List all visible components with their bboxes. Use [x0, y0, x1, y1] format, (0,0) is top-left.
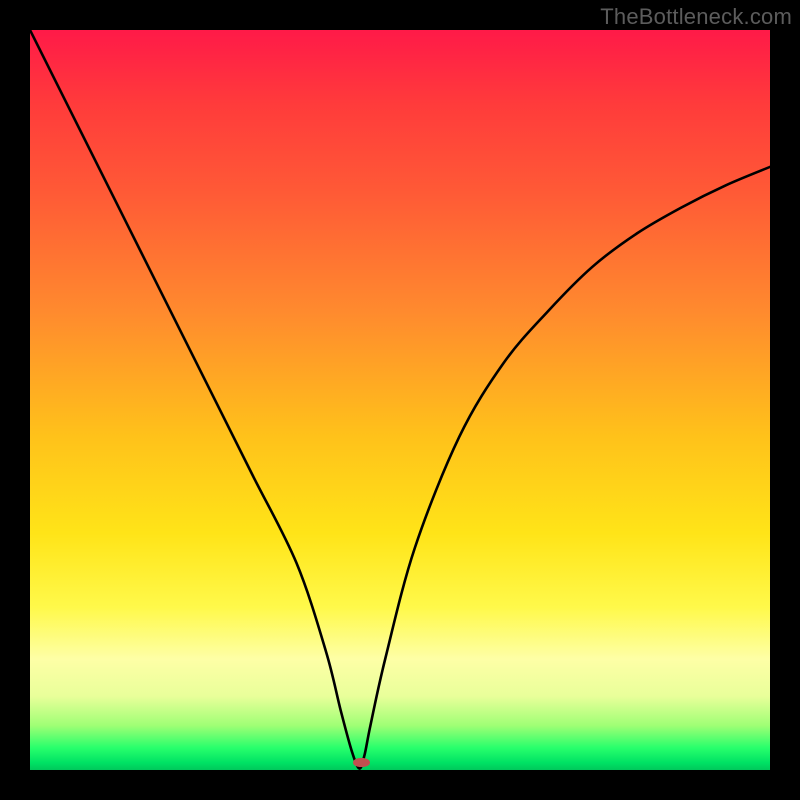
plot-area [30, 30, 770, 770]
curve-path [30, 30, 770, 769]
chart-frame: TheBottleneck.com [0, 0, 800, 800]
watermark-text: TheBottleneck.com [600, 4, 792, 30]
bottleneck-curve [30, 30, 770, 770]
min-marker [353, 758, 369, 768]
